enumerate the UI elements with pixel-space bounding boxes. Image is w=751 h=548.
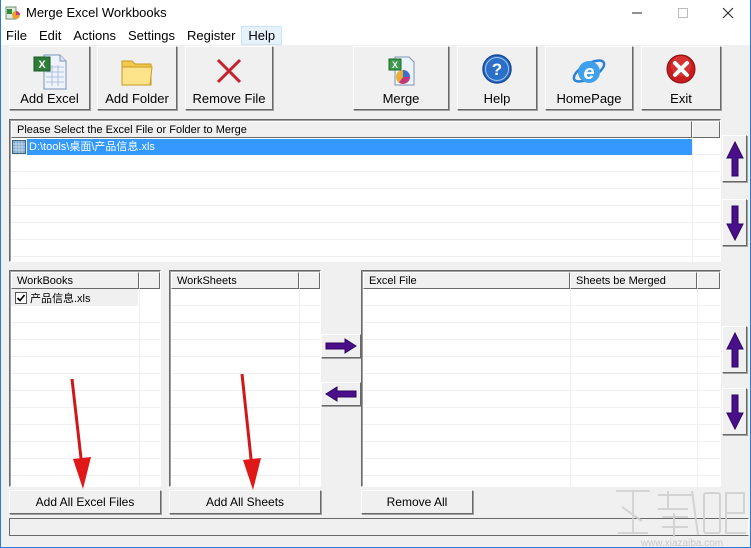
- maximize-button[interactable]: [660, 0, 706, 26]
- add-folder-label: Add Folder: [105, 91, 169, 106]
- minimize-button[interactable]: [614, 0, 660, 26]
- red-x-icon: [216, 58, 242, 84]
- remove-file-button[interactable]: Remove File: [185, 46, 273, 110]
- svg-text:?: ?: [492, 60, 502, 79]
- help-icon: ?: [482, 54, 512, 84]
- add-all-excel-files-button[interactable]: Add All Excel Files: [9, 490, 161, 514]
- merge-list[interactable]: Excel File Sheets be Merged: [361, 270, 721, 487]
- help-label: Help: [483, 91, 511, 106]
- add-all-sheets-button[interactable]: Add All Sheets: [169, 490, 321, 514]
- merge-label: Merge: [382, 91, 420, 106]
- add-folder-button[interactable]: Add Folder: [97, 46, 177, 110]
- merge-column-excel-file[interactable]: Excel File: [363, 272, 570, 289]
- excel-file-icon: X: [33, 54, 66, 90]
- add-excel-button[interactable]: X Add Excel: [9, 46, 90, 110]
- remove-file-label: Remove File: [192, 91, 266, 106]
- arrow-left-icon: [325, 386, 357, 402]
- minimize-icon: [632, 12, 642, 14]
- homepage-button[interactable]: e HomePage: [545, 46, 633, 110]
- workbooks-header[interactable]: WorkBooks: [11, 272, 139, 289]
- window-title: Merge Excel Workbooks: [26, 5, 167, 20]
- title-bar: Merge Excel Workbooks: [0, 0, 751, 26]
- menu-register[interactable]: Register: [181, 26, 241, 45]
- remove-from-merge-button[interactable]: [321, 382, 361, 406]
- svg-text:e: e: [583, 62, 594, 84]
- add-to-merge-button[interactable]: [321, 334, 361, 358]
- status-bar: [9, 518, 749, 536]
- close-icon: [722, 7, 734, 19]
- file-list-empty-header: [692, 121, 720, 138]
- arrow-right-icon: [325, 338, 357, 354]
- file-list-header: Please Select the Excel File or Folder t…: [11, 121, 720, 138]
- workbook-name: 产品信息.xls: [30, 293, 91, 305]
- file-list-column-header[interactable]: Please Select the Excel File or Folder t…: [11, 121, 692, 138]
- menu-edit[interactable]: Edit: [33, 26, 67, 45]
- move-merge-up-button[interactable]: [722, 326, 747, 373]
- arrow-down-icon: [725, 205, 744, 241]
- folder-icon: [121, 60, 153, 86]
- file-list[interactable]: Please Select the Excel File or Folder t…: [9, 119, 721, 262]
- close-button[interactable]: [705, 0, 751, 26]
- menu-help[interactable]: Help: [241, 26, 283, 45]
- merge-column-sheets[interactable]: Sheets be Merged: [570, 272, 697, 289]
- file-list-item[interactable]: D:\tools\桌面\产品信息.xls: [12, 139, 692, 155]
- exit-icon: [666, 54, 696, 84]
- move-merge-down-button[interactable]: [722, 388, 747, 435]
- exit-button[interactable]: Exit: [641, 46, 721, 110]
- move-file-down-button[interactable]: [722, 199, 747, 246]
- arrow-up-icon: [725, 331, 744, 367]
- xls-file-icon: [12, 140, 26, 154]
- remove-all-button[interactable]: Remove All: [361, 490, 473, 514]
- menu-file[interactable]: File: [0, 26, 33, 45]
- menu-settings[interactable]: Settings: [122, 26, 181, 45]
- menu-bar: File Edit Actions Settings Register Help: [0, 26, 751, 45]
- menu-actions[interactable]: Actions: [67, 26, 122, 45]
- merge-button[interactable]: X Merge: [353, 46, 449, 110]
- app-icon: [5, 6, 20, 20]
- help-button[interactable]: ? Help: [457, 46, 537, 110]
- worksheets-header[interactable]: WorkSheets: [171, 272, 299, 289]
- internet-explorer-icon: e: [572, 59, 606, 84]
- workbook-item[interactable]: 产品信息.xls: [15, 290, 91, 306]
- arrow-down-icon: [725, 394, 744, 430]
- maximize-icon: [678, 8, 688, 18]
- workbooks-list[interactable]: WorkBooks 产品信息.xls: [9, 270, 161, 487]
- add-excel-label: Add Excel: [20, 91, 79, 106]
- merge-icon: X: [388, 56, 415, 86]
- arrow-up-icon: [725, 140, 744, 176]
- homepage-label: HomePage: [556, 91, 622, 106]
- exit-label: Exit: [670, 91, 692, 106]
- file-path: D:\tools\桌面\产品信息.xls: [27, 139, 692, 155]
- checkbox-checked-icon[interactable]: [15, 292, 27, 304]
- svg-text:X: X: [38, 59, 46, 71]
- move-file-up-button[interactable]: [722, 135, 747, 182]
- watermark-url: www.xiazaiba.com: [640, 538, 723, 548]
- svg-text:X: X: [392, 60, 398, 70]
- worksheets-list[interactable]: WorkSheets: [169, 270, 321, 487]
